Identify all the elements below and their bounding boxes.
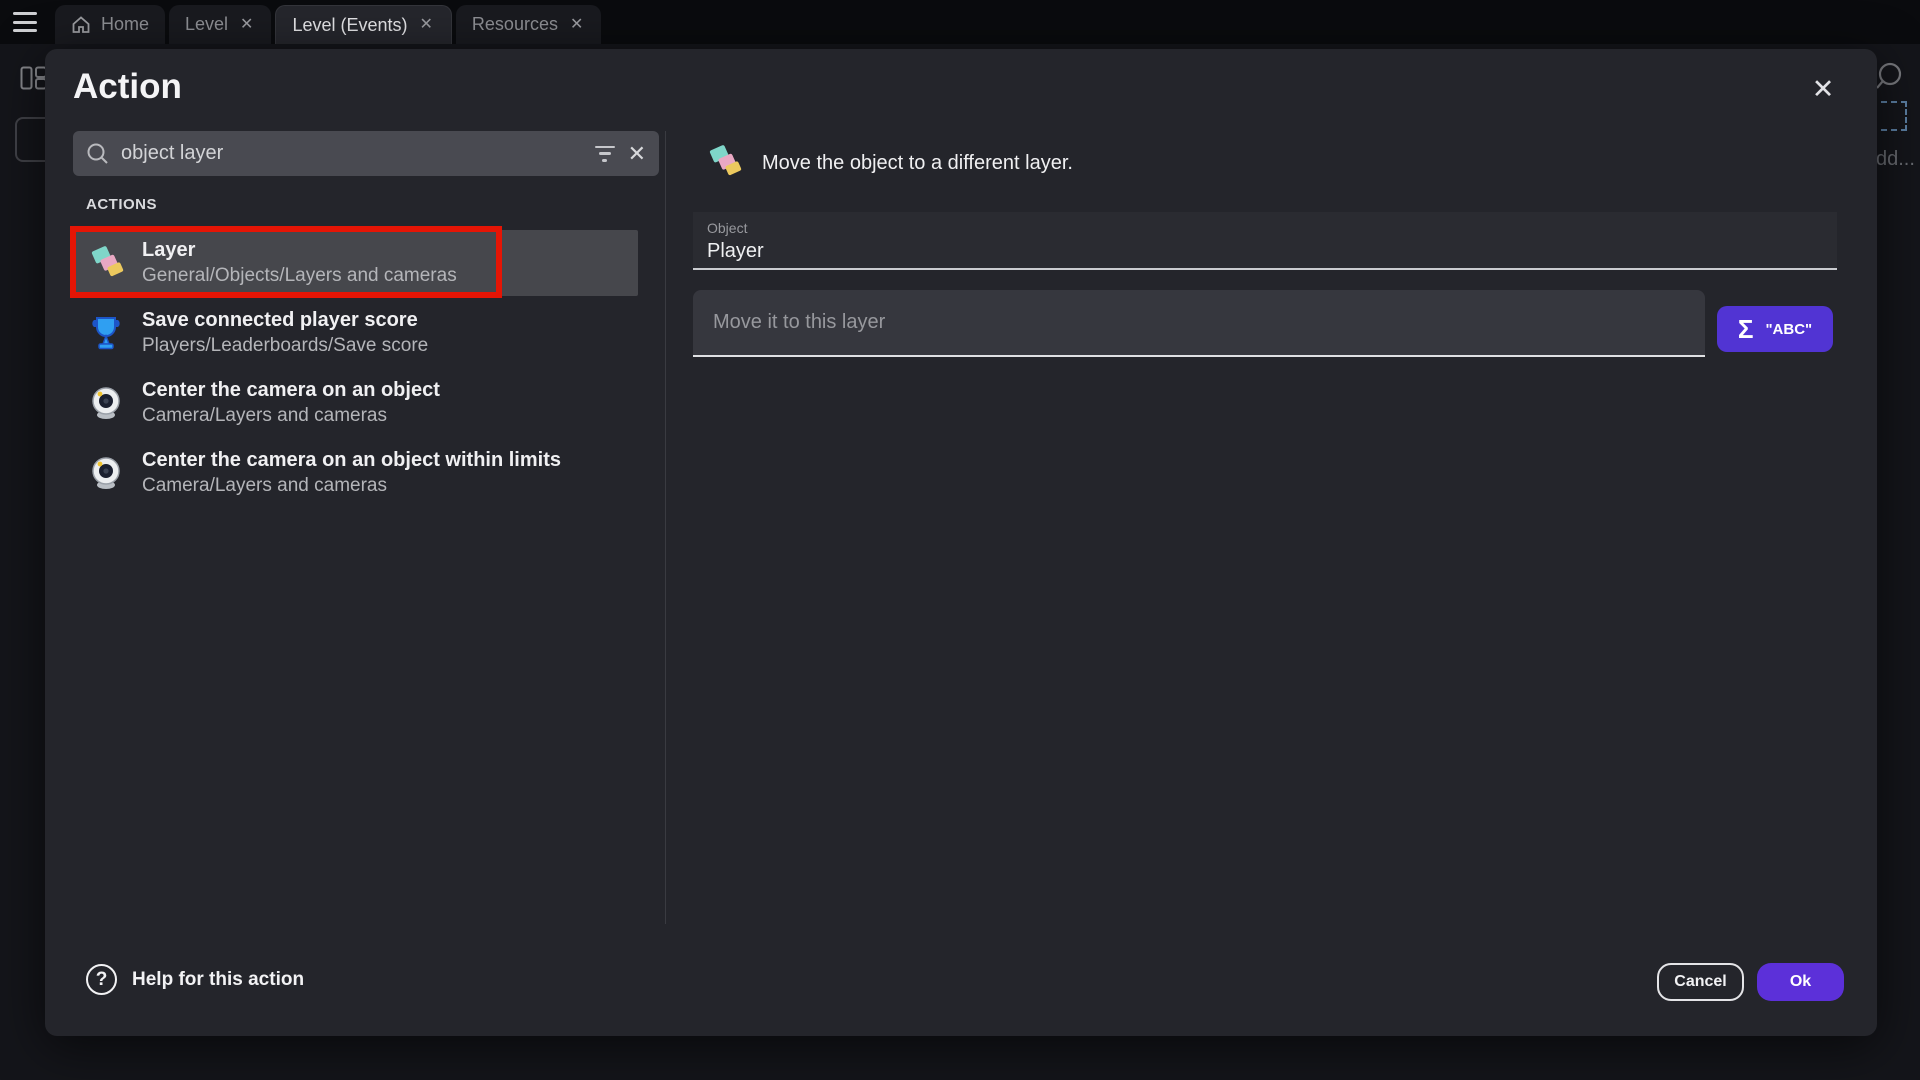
list-item-center-camera-limits[interactable]: Center the camera on an object within li… [72, 440, 638, 506]
hamburger-menu-icon[interactable] [13, 12, 37, 32]
tab-close-icon[interactable]: ✕ [568, 15, 585, 35]
cancel-button[interactable]: Cancel [1657, 963, 1744, 1001]
panel-divider [665, 131, 666, 924]
expression-builder-button[interactable]: Σ "ABC" [1717, 306, 1833, 352]
search-input[interactable] [121, 142, 582, 165]
list-item-center-camera[interactable]: Center the camera on an object Camera/La… [72, 370, 638, 436]
app-root: Home Level ✕ Level (Events) ✕ Resources … [0, 0, 1920, 1080]
trophy-icon [86, 313, 126, 353]
action-dialog: Action ✕ ✕ ACTIONS Layer General/Objects… [45, 49, 1877, 1036]
layers-icon [706, 144, 744, 182]
camera-icon [86, 383, 126, 423]
search-icon [86, 142, 109, 165]
action-title: Layer [142, 239, 457, 262]
action-path: Players/Leaderboards/Save score [142, 335, 428, 357]
action-title: Save connected player score [142, 309, 428, 332]
object-field-label: Object [707, 220, 1823, 236]
truncated-add-text: dd... [1876, 148, 1915, 171]
filter-icon[interactable] [594, 146, 616, 162]
sigma-icon: Σ [1738, 316, 1754, 342]
action-path: General/Objects/Layers and cameras [142, 265, 457, 287]
help-label: Help for this action [132, 969, 304, 991]
tab-close-icon[interactable]: ✕ [238, 15, 255, 35]
action-description: Move the object to a different layer. [706, 144, 1073, 182]
dialog-title: Action [73, 67, 182, 107]
tab-label: Level (Events) [292, 15, 407, 36]
tab-bar: Home Level ✕ Level (Events) ✕ Resources … [0, 0, 1920, 44]
clear-search-icon[interactable]: ✕ [628, 143, 646, 165]
tab-label: Resources [472, 14, 558, 35]
help-link[interactable]: ? Help for this action [86, 964, 304, 995]
panels-layout-icon[interactable] [20, 66, 48, 90]
expression-type-label: "ABC" [1765, 321, 1812, 338]
tab-label: Home [101, 14, 149, 35]
layers-icon [86, 243, 126, 283]
list-item-layer[interactable]: Layer General/Objects/Layers and cameras [72, 230, 638, 296]
tab-resources[interactable]: Resources ✕ [456, 5, 601, 44]
list-item-save-score[interactable]: Save connected player score Players/Lead… [72, 300, 638, 366]
ok-button[interactable]: Ok [1757, 963, 1844, 1001]
object-field[interactable]: Object Player [693, 212, 1837, 270]
description-text: Move the object to a different layer. [762, 152, 1073, 175]
tab-level[interactable]: Level ✕ [169, 5, 271, 44]
action-title: Center the camera on an object [142, 379, 440, 402]
action-search-box[interactable]: ✕ [73, 131, 659, 176]
home-icon [71, 15, 91, 35]
camera-icon [86, 453, 126, 493]
actions-section-header: ACTIONS [86, 196, 157, 213]
dialog-close-icon[interactable]: ✕ [1805, 71, 1841, 107]
help-icon: ? [86, 964, 117, 995]
action-path: Camera/Layers and cameras [142, 405, 440, 427]
tab-home[interactable]: Home [55, 5, 165, 44]
tab-level-events[interactable]: Level (Events) ✕ [275, 5, 451, 44]
action-path: Camera/Layers and cameras [142, 475, 561, 497]
action-title: Center the camera on an object within li… [142, 449, 561, 472]
tab-close-icon[interactable]: ✕ [418, 15, 435, 35]
layer-input[interactable] [693, 290, 1705, 357]
object-field-value: Player [707, 240, 1823, 263]
tab-label: Level [185, 14, 228, 35]
search-icon[interactable] [1874, 60, 1908, 102]
action-list: Layer General/Objects/Layers and cameras… [72, 230, 638, 506]
